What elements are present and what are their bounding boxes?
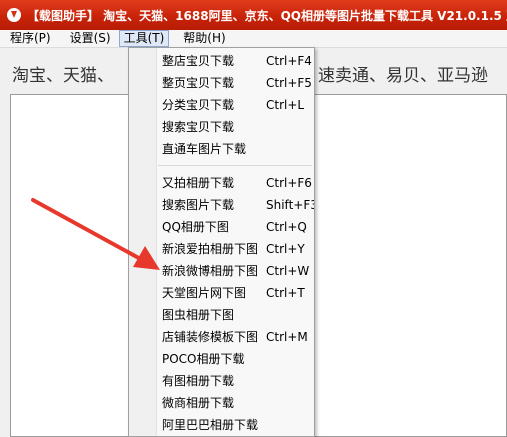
menu-item-sina-aipai-album[interactable]: 新浪爱拍相册下图 Ctrl+Y bbox=[129, 238, 314, 260]
menu-item-label: 分类宝贝下载 bbox=[162, 98, 235, 112]
menu-item-label: 天堂图片网下图 bbox=[162, 286, 247, 300]
menu-bar: 程序(P) 设置(S) 工具(T) 帮助(H) bbox=[0, 30, 507, 48]
menu-settings[interactable]: 设置(S) bbox=[65, 30, 116, 47]
menu-item-label: 微商相册下载 bbox=[162, 396, 235, 410]
menu-program[interactable]: 程序(P) bbox=[5, 30, 56, 47]
menu-item-shortcut: Ctrl+L bbox=[266, 98, 305, 112]
menu-item-youtu-album[interactable]: 有图相册下载 bbox=[129, 370, 314, 392]
menu-item-label: QQ相册下图 bbox=[162, 220, 229, 234]
menu-tools[interactable]: 工具(T) bbox=[118, 30, 170, 47]
menu-separator bbox=[158, 165, 312, 166]
menu-item-sina-weibo-album[interactable]: 新浪微博相册下图 Ctrl+W bbox=[129, 260, 314, 282]
menu-item-search-goods-download[interactable]: 搜索宝贝下载 bbox=[129, 116, 314, 138]
menu-item-youpai-album[interactable]: 又拍相册下载 Ctrl+F6 bbox=[129, 172, 314, 194]
menu-item-tuchong-album[interactable]: 图虫相册下图 bbox=[129, 304, 314, 326]
banner-left-text: 淘宝、天猫、 bbox=[12, 66, 114, 86]
menu-item-category-download[interactable]: 分类宝贝下载 Ctrl+L bbox=[129, 94, 314, 116]
menu-item-search-image[interactable]: 搜索图片下载 Shift+F3 bbox=[129, 194, 314, 216]
menu-item-shortcut: Ctrl+F4 bbox=[266, 54, 312, 68]
window-title: 【载图助手】 淘宝、天猫、1688阿里、京东、QQ相册等图片批量下载工具 V21… bbox=[27, 8, 507, 23]
menu-item-qq-album[interactable]: QQ相册下图 Ctrl+Q bbox=[129, 216, 314, 238]
menu-item-shortcut: Ctrl+T bbox=[266, 286, 305, 300]
menu-item-label: 整店宝贝下载 bbox=[162, 54, 235, 68]
banner-right-text: 速卖通、易贝、亚马逊 bbox=[318, 66, 488, 86]
menu-item-label: 图虫相册下图 bbox=[162, 308, 235, 322]
menu-item-tiantang-image[interactable]: 天堂图片网下图 Ctrl+T bbox=[129, 282, 314, 304]
menu-item-shortcut: Ctrl+Q bbox=[266, 220, 307, 234]
menu-help[interactable]: 帮助(H) bbox=[178, 30, 230, 47]
tools-dropdown-menu: 整店宝贝下载 Ctrl+F4 整页宝贝下载 Ctrl+F5 分类宝贝下载 Ctr… bbox=[128, 47, 315, 437]
menu-item-shortcut: Ctrl+W bbox=[266, 264, 310, 278]
menu-item-label: 又拍相册下载 bbox=[162, 176, 235, 190]
menu-item-page-download[interactable]: 整页宝贝下载 Ctrl+F5 bbox=[129, 72, 314, 94]
menu-item-shortcut: Ctrl+Y bbox=[266, 242, 305, 256]
menu-item-shortcut: Ctrl+F5 bbox=[266, 76, 312, 90]
title-bar: 【载图助手】 淘宝、天猫、1688阿里、京东、QQ相册等图片批量下载工具 V21… bbox=[0, 0, 507, 30]
menu-item-shop-download[interactable]: 整店宝贝下载 Ctrl+F4 bbox=[129, 50, 314, 72]
menu-item-label: 店铺装修模板下图 bbox=[162, 330, 259, 344]
menu-item-alibaba-album[interactable]: 阿里巴巴相册下载 bbox=[129, 414, 314, 436]
menu-item-label: 新浪爱拍相册下图 bbox=[162, 242, 259, 256]
menu-item-label: 搜索图片下载 bbox=[162, 198, 235, 212]
menu-item-label: 新浪微博相册下图 bbox=[162, 264, 259, 278]
menu-item-label: 有图相册下载 bbox=[162, 374, 235, 388]
menu-item-label: 搜索宝贝下载 bbox=[162, 120, 235, 134]
menu-item-label: 整页宝贝下载 bbox=[162, 76, 235, 90]
menu-item-shop-template[interactable]: 店铺装修模板下图 Ctrl+M bbox=[129, 326, 314, 348]
menu-item-shortcut: Shift+F3 bbox=[266, 198, 315, 212]
menu-item-label: 阿里巴巴相册下载 bbox=[162, 418, 259, 432]
menu-item-label: POCO相册下载 bbox=[162, 352, 245, 366]
menu-item-ztc-image-download[interactable]: 直通车图片下载 bbox=[129, 138, 314, 160]
menu-item-label: 直通车图片下载 bbox=[162, 142, 247, 156]
menu-item-weishang-album[interactable]: 微商相册下载 bbox=[129, 392, 314, 414]
menu-item-poco-album[interactable]: POCO相册下载 bbox=[129, 348, 314, 370]
menu-item-shortcut: Ctrl+M bbox=[266, 330, 308, 344]
menu-item-shortcut: Ctrl+F6 bbox=[266, 176, 312, 190]
app-download-icon bbox=[7, 8, 21, 22]
